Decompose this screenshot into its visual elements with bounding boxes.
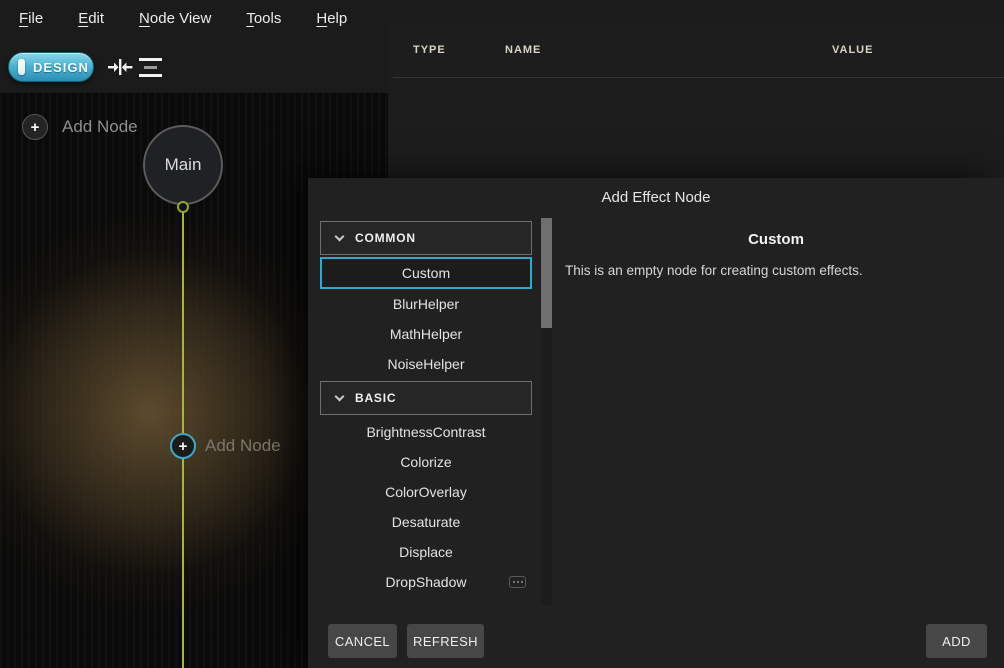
section-header-basic[interactable]: BASIC: [320, 381, 532, 415]
add-button[interactable]: ADD: [926, 624, 987, 658]
menu-node-view[interactable]: Node View: [138, 8, 212, 29]
main-node-label: Main: [165, 155, 202, 175]
design-mode-toggle[interactable]: DESIGN: [8, 52, 94, 82]
design-toggle-label: DESIGN: [33, 60, 89, 75]
more-options-icon: [509, 576, 526, 588]
section-header-common[interactable]: COMMON: [320, 221, 532, 255]
plus-icon: +: [31, 119, 40, 136]
effect-detail-description: This is an empty node for creating custo…: [565, 263, 994, 278]
effect-item-dropshadow[interactable]: DropShadow: [320, 567, 532, 597]
effect-item-custom[interactable]: Custom: [320, 257, 532, 289]
effect-item-blurhelper[interactable]: BlurHelper: [320, 289, 532, 319]
collapse-horizontal-icon[interactable]: [107, 57, 133, 77]
effect-item-desaturate[interactable]: Desaturate: [320, 507, 532, 537]
app-window: File Edit Node View Tools Help DESIGN TY…: [0, 0, 1004, 668]
chevron-down-icon: [335, 391, 345, 401]
chevron-down-icon: [335, 231, 345, 241]
toggle-knob-icon: [18, 59, 25, 75]
add-node-button-top[interactable]: +: [22, 114, 48, 140]
column-header-value: VALUE: [832, 44, 873, 56]
effect-detail-title: Custom: [548, 231, 1004, 248]
column-header-name: NAME: [505, 44, 541, 56]
main-node[interactable]: Main: [143, 125, 223, 205]
add-node-label-inline[interactable]: Add Node: [205, 436, 281, 456]
header-divider: [393, 77, 1004, 78]
parameters-table-header: TYPE NAME VALUE: [389, 44, 1004, 64]
effect-detail-panel: Custom This is an empty node for creatin…: [548, 178, 1004, 668]
effect-item-noisehelper[interactable]: NoiseHelper: [320, 349, 532, 379]
add-effect-node-dialog: Add Effect Node COMMON Custom BlurHelper…: [308, 178, 1004, 668]
menu-tools[interactable]: Tools: [245, 8, 282, 29]
effect-item-brightnesscontrast[interactable]: BrightnessContrast: [320, 417, 532, 447]
refresh-button[interactable]: REFRESH: [407, 624, 484, 658]
effect-item-displace[interactable]: Displace: [320, 537, 532, 567]
menu-help[interactable]: Help: [315, 8, 348, 29]
menubar: File Edit Node View Tools Help: [18, 8, 348, 29]
effect-item-colorize[interactable]: Colorize: [320, 447, 532, 477]
align-lines-icon[interactable]: [139, 58, 162, 77]
column-header-type: TYPE: [413, 44, 446, 56]
parameters-panel: TYPE NAME VALUE: [389, 25, 1004, 178]
effect-item-coloroverlay[interactable]: ColorOverlay: [320, 477, 532, 507]
cancel-button[interactable]: CANCEL: [328, 624, 397, 658]
add-node-label-top[interactable]: Add Node: [62, 117, 138, 137]
menu-edit[interactable]: Edit: [77, 8, 105, 29]
add-node-button-inline[interactable]: +: [170, 433, 196, 459]
effect-list: COMMON Custom BlurHelper MathHelper Nois…: [320, 221, 532, 597]
main-node-output-port[interactable]: [177, 201, 189, 213]
menu-file[interactable]: File: [18, 8, 44, 29]
effect-item-mathhelper[interactable]: MathHelper: [320, 319, 532, 349]
plus-icon: +: [179, 438, 188, 455]
